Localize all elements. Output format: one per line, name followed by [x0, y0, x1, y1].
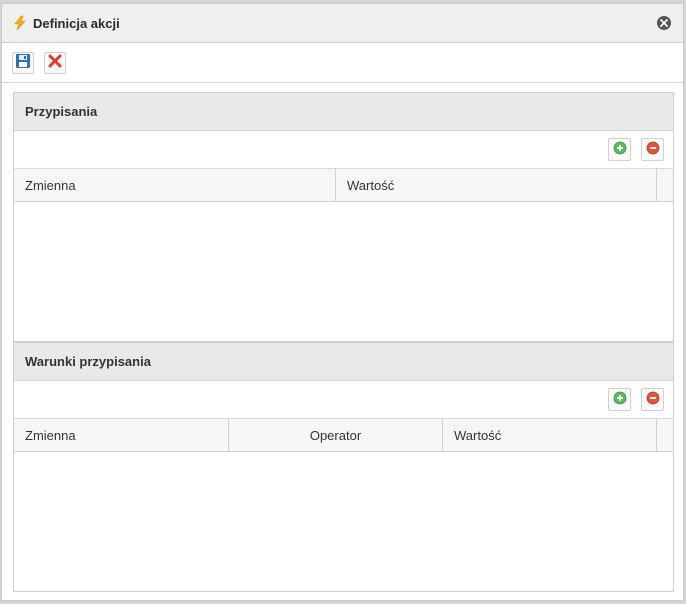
- column-header-spacer: [657, 169, 673, 201]
- conditions-panel: Warunki przypisania Zmienna Operator War…: [13, 342, 674, 592]
- title-bar: Definicja akcji: [2, 4, 683, 43]
- assignments-grid-header: Zmienna Wartość: [14, 169, 673, 202]
- minus-circle-icon: [646, 391, 660, 408]
- save-button[interactable]: [12, 51, 34, 74]
- conditions-grid-header: Zmienna Operator Wartość: [14, 419, 673, 452]
- close-icon[interactable]: [656, 15, 672, 31]
- remove-condition-button[interactable]: [641, 388, 664, 411]
- column-header-spacer: [657, 419, 673, 451]
- window-title: Definicja akcji: [33, 15, 120, 31]
- add-assignment-button[interactable]: [608, 138, 631, 161]
- plus-circle-icon: [613, 141, 627, 158]
- add-condition-button[interactable]: [608, 388, 631, 411]
- assignments-tools: [14, 131, 673, 169]
- cancel-button[interactable]: [44, 51, 66, 74]
- action-definition-window: Definicja akcji Przypisania Zmienna Wart…: [1, 3, 684, 601]
- assignments-panel-title: Przypisania: [14, 93, 673, 131]
- column-header-operator[interactable]: Operator: [229, 419, 443, 451]
- toolbar: [2, 43, 683, 83]
- conditions-panel-title: Warunki przypisania: [14, 343, 673, 381]
- plus-circle-icon: [613, 391, 627, 408]
- lightning-icon: [11, 14, 29, 32]
- remove-assignment-button[interactable]: [641, 138, 664, 161]
- conditions-tools: [14, 381, 673, 419]
- assignments-grid-body[interactable]: [14, 202, 673, 341]
- column-header-value[interactable]: Wartość: [336, 169, 657, 201]
- red-x-icon: [48, 54, 62, 71]
- conditions-grid-body[interactable]: [14, 452, 673, 591]
- column-header-variable[interactable]: Zmienna: [14, 169, 336, 201]
- minus-circle-icon: [646, 141, 660, 158]
- assignments-panel: Przypisania Zmienna Wartość: [13, 92, 674, 342]
- floppy-disk-icon: [15, 53, 31, 72]
- column-header-value[interactable]: Wartość: [443, 419, 657, 451]
- column-header-variable[interactable]: Zmienna: [14, 419, 229, 451]
